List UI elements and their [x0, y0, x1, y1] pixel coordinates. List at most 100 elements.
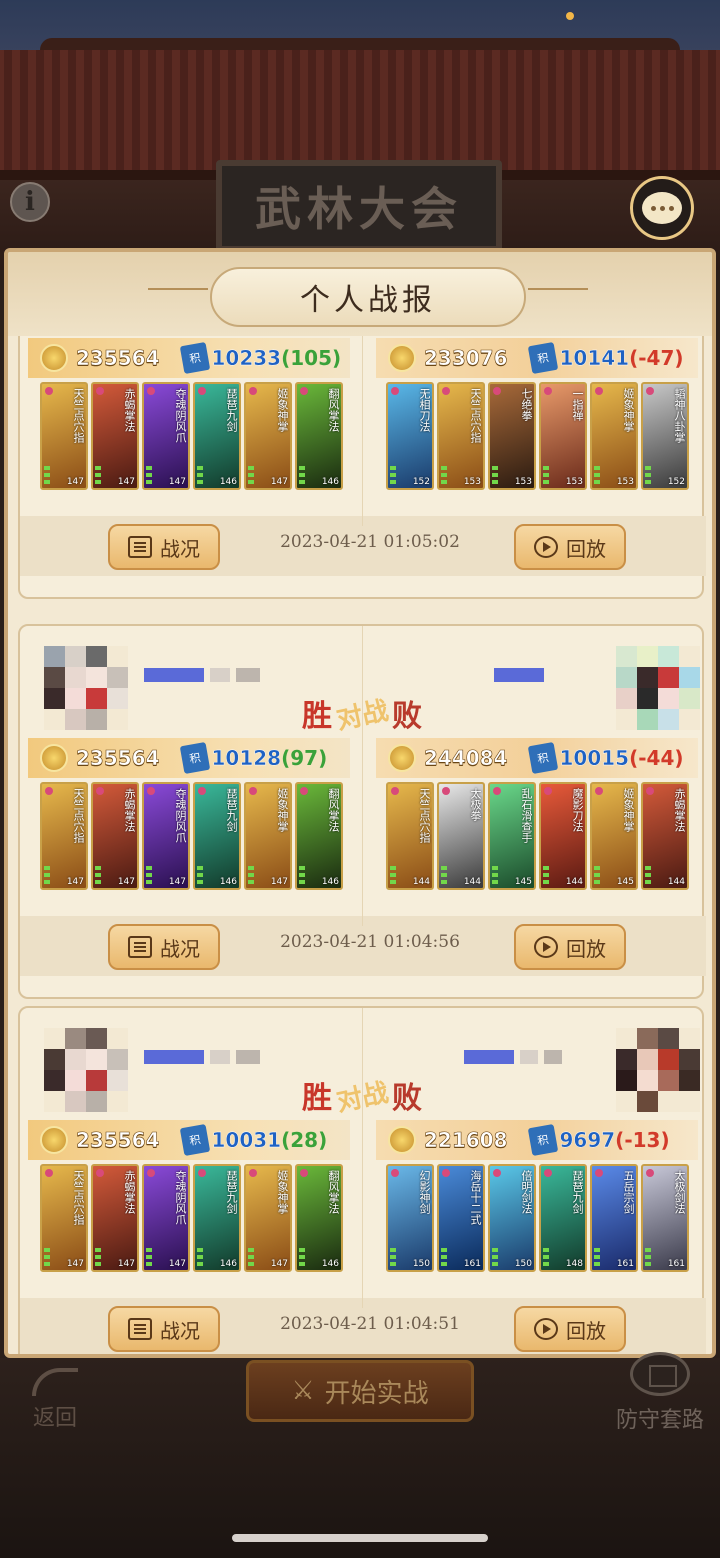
hero-card[interactable]: 夺魂阴风爪 147 [142, 382, 190, 490]
hero-name: 七绝拳 [520, 388, 533, 421]
hero-card[interactable]: 琵琶九剑 146 [193, 1164, 241, 1272]
hero-card[interactable]: 魔影刀法 144 [539, 782, 587, 890]
right-avatar[interactable] [616, 1028, 700, 1112]
start-battle-label: 开始实战 [324, 1378, 429, 1409]
left-score: 10128 [211, 746, 282, 770]
book-icon [630, 1352, 690, 1396]
hero-card[interactable]: 海岳十二式 161 [437, 1164, 485, 1272]
left-team: 天竺点穴指 147 赤蝎掌法 147 夺魂阴风爪 147 琵琶九剑 146 姬象神掌 14… [40, 782, 343, 892]
replay-button[interactable]: 回放 [514, 924, 626, 970]
hero-card[interactable]: 一指禅 153 [539, 382, 587, 490]
hero-card[interactable]: 翻风掌法 146 [295, 1164, 343, 1272]
hero-card[interactable]: 天竺点穴指 144 [386, 782, 434, 890]
hero-level: 146 [321, 877, 339, 887]
list-icon [128, 536, 152, 558]
status-button[interactable]: 战况 [108, 924, 220, 970]
hero-name: 翻风掌法 [327, 388, 340, 432]
hero-card[interactable]: 天竺点穴指 153 [437, 382, 485, 490]
hero-card[interactable]: 翻风掌法 146 [295, 382, 343, 490]
hero-card[interactable]: 翻风掌法 146 [295, 782, 343, 890]
right-player-name-obscured [494, 668, 544, 682]
chat-button[interactable] [630, 176, 694, 240]
panel-header: 个人战报 [8, 252, 712, 336]
right-power: 244084 [424, 746, 508, 771]
right-power: 221608 [424, 1128, 508, 1153]
right-power: 233076 [424, 346, 508, 371]
result-badge: 胜 对战 败 [282, 690, 442, 736]
hero-card[interactable]: 天竺点穴指 147 [40, 1164, 88, 1272]
hero-name: 倍明剑法 [520, 1170, 533, 1214]
hero-level: 146 [219, 1259, 237, 1269]
hero-card[interactable]: 琵琶九剑 146 [193, 382, 241, 490]
hero-card[interactable]: 赤蝎掌法 147 [91, 382, 139, 490]
hero-name: 夺魂阴风爪 [174, 1170, 187, 1225]
title-ornament-right [528, 288, 588, 290]
hero-card[interactable]: 乱石滑查手 145 [488, 782, 536, 890]
hero-card[interactable]: 七绝拳 153 [488, 382, 536, 490]
replay-button[interactable]: 回放 [514, 524, 626, 570]
start-battle-button[interactable]: ⚔ 开始实战 [246, 1360, 474, 1422]
left-score-delta: (97) [281, 746, 328, 770]
hero-level: 144 [565, 877, 583, 887]
hero-card[interactable]: 姬象神掌 147 [244, 1164, 292, 1272]
hero-card[interactable]: 赤蝎掌法 147 [91, 782, 139, 890]
right-result: 败 [392, 699, 422, 734]
hero-card[interactable]: 天竺点穴指 147 [40, 382, 88, 490]
battle-report-panel: 个人战报 对战 235564 积 10233 (105) 233076 积 10… [4, 248, 716, 1358]
hero-level: 144 [667, 877, 685, 887]
hero-card[interactable]: 太极拳 144 [437, 782, 485, 890]
hero-card[interactable]: 姬象神掌 147 [244, 782, 292, 890]
back-button[interactable]: 返回 [20, 1368, 90, 1432]
defense-routine-button[interactable]: 防守套路 [600, 1352, 720, 1442]
hero-card[interactable]: 赤蝎掌法 147 [91, 1164, 139, 1272]
left-avatar[interactable] [44, 1028, 128, 1112]
hero-card[interactable]: 琵琶九剑 148 [539, 1164, 587, 1272]
defense-routine-label: 防守套路 [615, 1408, 704, 1433]
right-score: 10141 [559, 346, 630, 370]
replay-button-label: 回放 [566, 1318, 606, 1343]
hero-level: 145 [514, 877, 532, 887]
crossed-swords-icon: ⚔ [291, 1376, 315, 1406]
hero-card[interactable]: 韬神八卦掌 152 [641, 382, 689, 490]
home-indicator[interactable] [232, 1534, 488, 1542]
hero-card[interactable]: 无相刀法 152 [386, 382, 434, 490]
hero-name: 夺魂阴风爪 [174, 388, 187, 443]
hero-card[interactable]: 夺魂阴风爪 147 [142, 782, 190, 890]
left-avatar[interactable] [44, 646, 128, 730]
replay-button[interactable]: 回放 [514, 1306, 626, 1352]
score-badge-icon: 积 [179, 1123, 210, 1157]
hero-card[interactable]: 赤蝎掌法 144 [641, 782, 689, 890]
hero-card[interactable]: 天竺点穴指 147 [40, 782, 88, 890]
status-button-label: 战况 [160, 936, 200, 961]
replay-button-label: 回放 [566, 936, 606, 961]
hero-card[interactable]: 倍明剑法 150 [488, 1164, 536, 1272]
hero-level: 152 [412, 477, 430, 487]
gold-coin-icon [388, 744, 416, 772]
hero-name: 无相刀法 [418, 388, 431, 432]
hero-level: 147 [270, 477, 288, 487]
hero-name: 翻风掌法 [327, 1170, 340, 1214]
hero-card[interactable]: 太极剑法 161 [641, 1164, 689, 1272]
list-icon [128, 936, 152, 958]
hero-name: 太极剑法 [673, 1170, 686, 1214]
hero-card[interactable]: 夺魂阴风爪 147 [142, 1164, 190, 1272]
gold-coin-icon [40, 1126, 68, 1154]
hero-name: 天竺点穴指 [469, 388, 482, 443]
right-avatar[interactable] [616, 646, 700, 730]
hero-name: 赤蝎掌法 [673, 788, 686, 832]
info-button[interactable]: i [10, 182, 50, 222]
hero-card[interactable]: 姬象神掌 147 [244, 382, 292, 490]
left-stat-bar: 235564 积 10128 (97) [28, 738, 350, 778]
hero-card[interactable]: 姬象神掌 153 [590, 382, 638, 490]
hero-card[interactable]: 琵琶九剑 146 [193, 782, 241, 890]
hero-card[interactable]: 五岳宗剑 161 [590, 1164, 638, 1272]
vs-label: 对战 [333, 695, 392, 736]
status-button-label: 战况 [160, 1318, 200, 1343]
status-button[interactable]: 战况 [108, 524, 220, 570]
hero-card[interactable]: 幻影神剑 150 [386, 1164, 434, 1272]
score-badge-icon: 积 [179, 741, 210, 775]
hero-name: 赤蝎掌法 [123, 388, 136, 432]
battle-list[interactable]: 对战 235564 积 10233 (105) 233076 积 10141 (… [8, 336, 712, 1354]
hero-card[interactable]: 姬象神掌 145 [590, 782, 638, 890]
status-button[interactable]: 战况 [108, 1306, 220, 1352]
